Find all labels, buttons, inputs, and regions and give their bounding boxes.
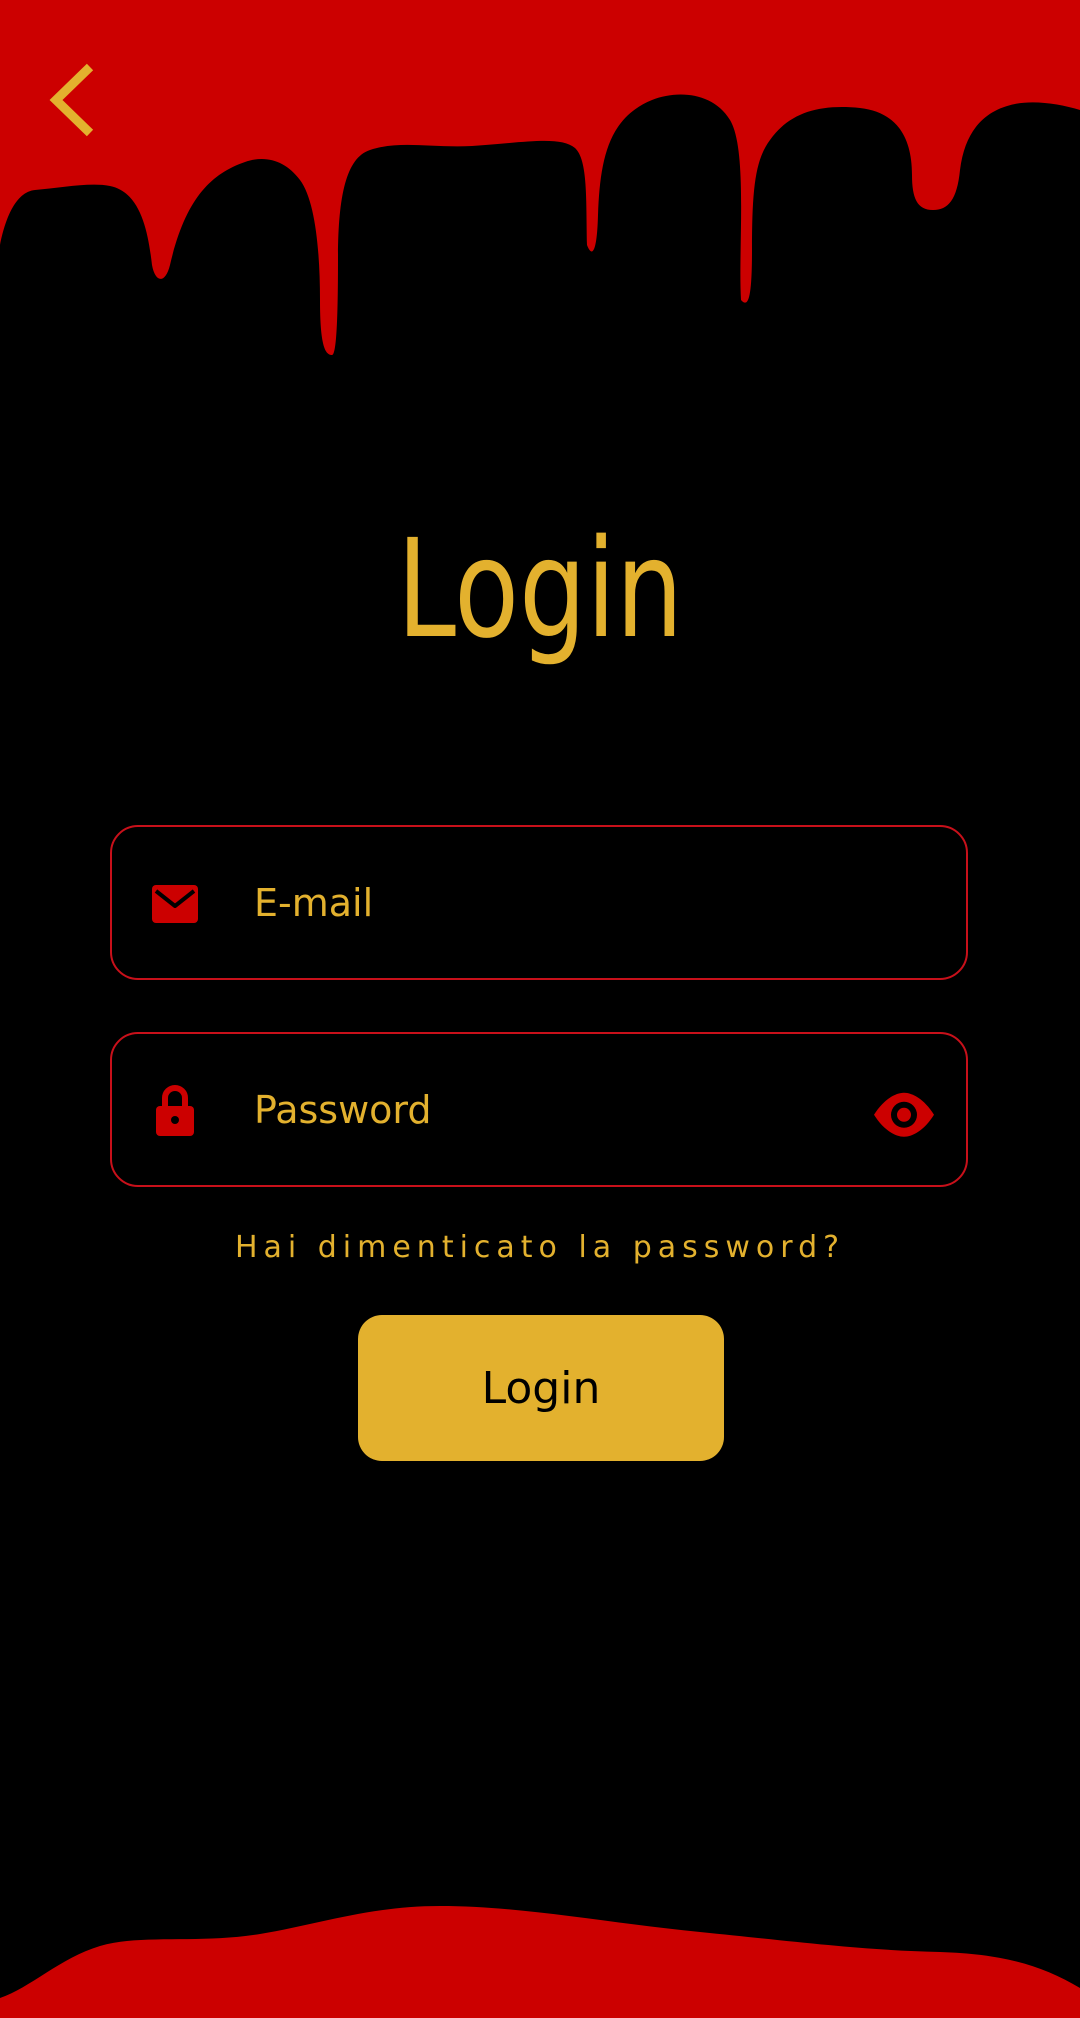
wave-footer-decoration <box>0 1906 1080 2018</box>
eye-icon[interactable] <box>872 1090 936 1138</box>
email-field[interactable] <box>110 825 968 980</box>
password-field[interactable] <box>110 1032 968 1187</box>
back-button[interactable] <box>40 55 110 145</box>
login-button[interactable]: Login <box>358 1315 724 1461</box>
page-title: Login <box>396 511 684 669</box>
chevron-left-icon <box>49 63 94 137</box>
envelope-icon <box>152 884 198 923</box>
forgot-password-link[interactable]: Hai dimenticato la password? <box>0 1230 1080 1265</box>
email-input[interactable] <box>242 827 842 978</box>
password-input[interactable] <box>242 1034 842 1185</box>
drip-header-decoration <box>0 0 1080 360</box>
lock-icon <box>156 1084 194 1136</box>
